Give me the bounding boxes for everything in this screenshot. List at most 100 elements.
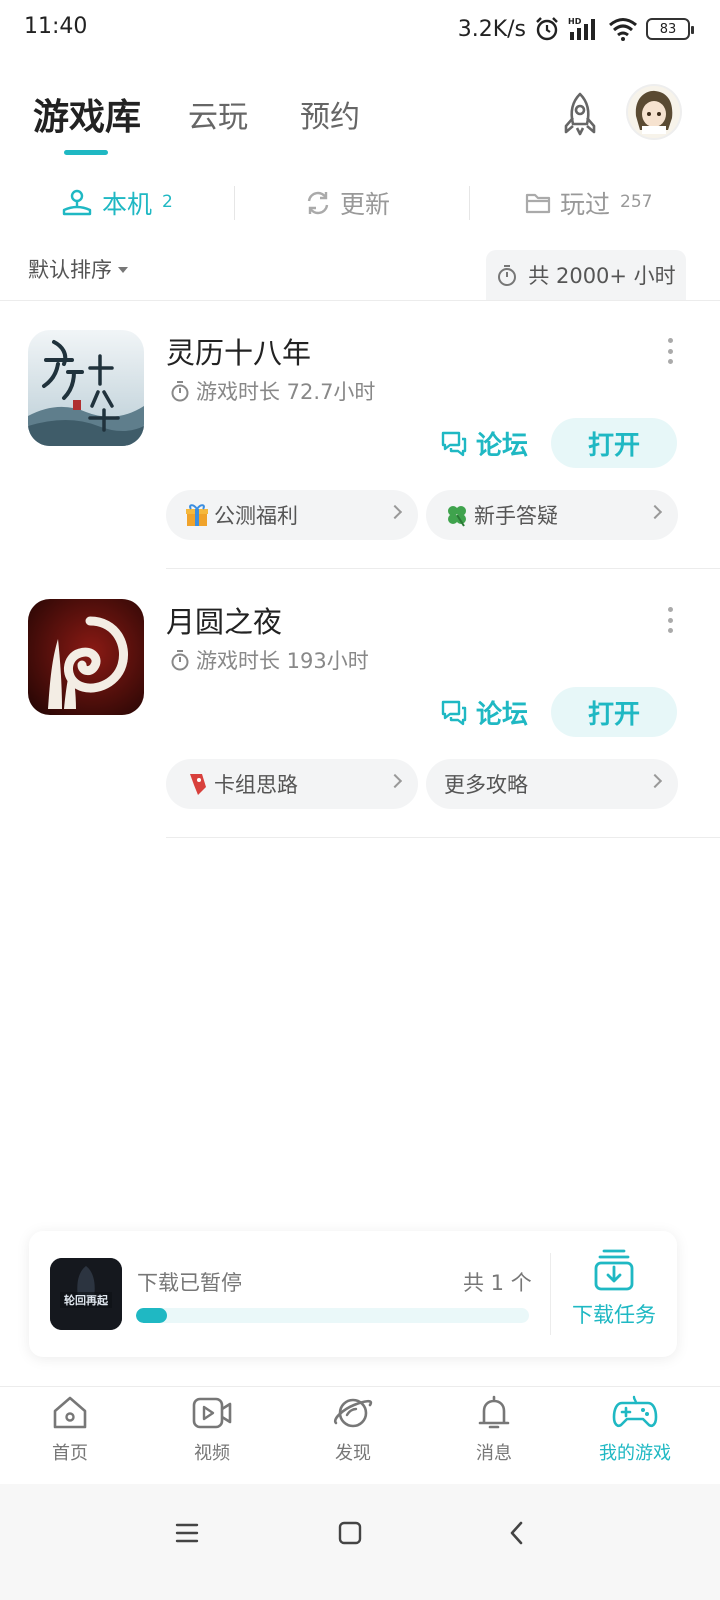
folder-icon bbox=[525, 193, 551, 214]
nav-home-label: 首页 bbox=[52, 1443, 88, 1464]
forum-button[interactable]: 论坛 bbox=[440, 687, 528, 737]
chevron-right-icon bbox=[387, 504, 403, 520]
segment-local-count: 2 bbox=[162, 192, 173, 212]
game-card: 灵历十八年 游戏时长 72.7小时 论坛 打开 公测福利 新手答疑 bbox=[0, 300, 720, 570]
download-count: 共 1 个 bbox=[463, 1271, 532, 1295]
sort-label: 默认排序 bbox=[28, 258, 112, 282]
bookmark-icon bbox=[190, 774, 206, 795]
chip-label: 卡组思路 bbox=[214, 773, 298, 797]
chip-label: 更多攻略 bbox=[444, 773, 528, 797]
hd-label: HD bbox=[568, 17, 582, 26]
chip-label: 公测福利 bbox=[214, 504, 298, 528]
forum-label: 论坛 bbox=[476, 430, 529, 461]
nav-home[interactable]: 首页 bbox=[20, 1393, 120, 1481]
nav-discover[interactable]: 发现 bbox=[303, 1393, 403, 1481]
game-playtime: 游戏时长 193小时 bbox=[170, 645, 369, 675]
thumbnail-title: 轮回再起 bbox=[64, 1293, 109, 1307]
total-playtime-label: 共 2000+ 小时 bbox=[528, 264, 676, 288]
home-system-button[interactable] bbox=[320, 1508, 380, 1558]
back-arrow-icon bbox=[510, 1521, 523, 1545]
download-tray-icon bbox=[594, 1249, 634, 1291]
nav-my-games-label: 我的游戏 bbox=[599, 1443, 671, 1464]
game-icon-lingli[interactable] bbox=[28, 330, 144, 446]
segment-tabs: 本机 2 更新 玩过 257 bbox=[0, 178, 720, 228]
more-options-icon[interactable] bbox=[664, 338, 676, 364]
divider bbox=[550, 1253, 551, 1335]
chat-icon bbox=[441, 431, 467, 457]
segment-divider bbox=[234, 186, 235, 220]
network-speed: 3.2K/s bbox=[457, 16, 526, 42]
joystick-icon bbox=[62, 189, 92, 216]
tab-reservation[interactable]: 预约 bbox=[300, 92, 360, 136]
download-tasks-label: 下载任务 bbox=[572, 1303, 656, 1327]
more-options-icon[interactable] bbox=[664, 607, 676, 633]
nav-messages[interactable]: 消息 bbox=[444, 1393, 544, 1481]
open-button[interactable]: 打开 bbox=[551, 687, 677, 737]
bottom-navigation: 首页 视频 发现 消息 我的游戏 bbox=[0, 1386, 720, 1484]
stopwatch-icon bbox=[171, 381, 189, 402]
battery-level: 83 bbox=[659, 21, 677, 37]
segment-divider bbox=[469, 186, 470, 220]
download-progress-fill bbox=[136, 1308, 168, 1323]
back-button[interactable] bbox=[487, 1508, 547, 1558]
game-name[interactable]: 灵历十八年 bbox=[166, 330, 311, 372]
user-avatar[interactable] bbox=[628, 86, 680, 138]
status-indicators: 3.2K/s HD 83 bbox=[457, 12, 694, 46]
rocket-icon[interactable] bbox=[556, 90, 604, 138]
stopwatch-icon bbox=[171, 650, 189, 671]
square-icon bbox=[338, 1521, 362, 1545]
game-card: 月圆之夜 游戏时长 193小时 论坛 打开 卡组思路 更多攻略 bbox=[0, 569, 720, 839]
chat-icon bbox=[441, 700, 467, 726]
planet-icon bbox=[333, 1398, 373, 1428]
download-status: 下载已暂停 bbox=[137, 1271, 242, 1295]
gamepad-icon bbox=[612, 1395, 658, 1428]
gift-icon bbox=[186, 504, 208, 526]
download-progress-bar bbox=[136, 1308, 529, 1323]
alarm-icon bbox=[536, 17, 558, 41]
thumbnail-image: 轮回再起 bbox=[50, 1258, 122, 1330]
total-playtime: 共 2000+ 小时 bbox=[486, 250, 686, 300]
tab-game-library[interactable]: 游戏库 bbox=[33, 88, 141, 140]
nav-video[interactable]: 视频 bbox=[162, 1393, 262, 1481]
sort-dropdown[interactable]: 默认排序 bbox=[28, 254, 128, 284]
nav-messages-label: 消息 bbox=[476, 1443, 512, 1464]
game-name[interactable]: 月圆之夜 bbox=[166, 599, 282, 641]
avatar-image bbox=[628, 86, 680, 138]
open-button[interactable]: 打开 bbox=[551, 418, 677, 468]
game-playtime-label: 游戏时长 72.7小时 bbox=[196, 380, 376, 404]
video-icon bbox=[192, 1397, 232, 1429]
signal-icon: HD bbox=[568, 17, 595, 40]
status-time: 11:40 bbox=[24, 14, 88, 39]
forum-button[interactable]: 论坛 bbox=[440, 418, 528, 468]
segment-played[interactable]: 玩过 257 bbox=[524, 178, 652, 228]
segment-local-label: 本机 bbox=[102, 190, 153, 219]
chip-label: 新手答疑 bbox=[474, 504, 558, 528]
segment-played-label: 玩过 bbox=[560, 190, 611, 219]
bell-icon bbox=[478, 1395, 510, 1429]
top-tabs: 游戏库 云玩 预约 bbox=[0, 80, 720, 170]
segment-update[interactable]: 更新 bbox=[304, 178, 390, 228]
recent-apps-button[interactable] bbox=[157, 1508, 217, 1558]
nav-my-games[interactable]: 我的游戏 bbox=[585, 1393, 685, 1481]
forum-label: 论坛 bbox=[476, 699, 529, 730]
chevron-right-icon bbox=[647, 773, 663, 789]
wifi-icon bbox=[609, 18, 637, 41]
game-artwork bbox=[28, 330, 144, 446]
download-tasks-button[interactable]: 下载任务 bbox=[559, 1247, 669, 1347]
divider bbox=[166, 837, 720, 838]
chip-public-benefit[interactable]: 公测福利 bbox=[166, 490, 418, 540]
chip-newbie-qa[interactable]: 新手答疑 bbox=[426, 490, 678, 540]
game-icon-moon-night[interactable] bbox=[28, 599, 144, 715]
chip-deck-ideas[interactable]: 卡组思路 bbox=[166, 759, 418, 809]
chip-more-guides[interactable]: 更多攻略 bbox=[426, 759, 678, 809]
nav-discover-label: 发现 bbox=[335, 1443, 371, 1464]
tab-cloud-play[interactable]: 云玩 bbox=[188, 92, 248, 136]
segment-local[interactable]: 本机 2 bbox=[60, 178, 173, 228]
download-panel[interactable]: 轮回再起 下载已暂停 共 1 个 下载任务 bbox=[29, 1231, 677, 1357]
game-playtime-label: 游戏时长 193小时 bbox=[196, 649, 369, 673]
system-navigation-bar bbox=[0, 1484, 720, 1600]
battery-indicator: 83 bbox=[646, 18, 694, 40]
download-game-thumbnail: 轮回再起 bbox=[50, 1258, 122, 1330]
stopwatch-icon bbox=[498, 265, 517, 286]
chevron-right-icon bbox=[387, 773, 403, 789]
